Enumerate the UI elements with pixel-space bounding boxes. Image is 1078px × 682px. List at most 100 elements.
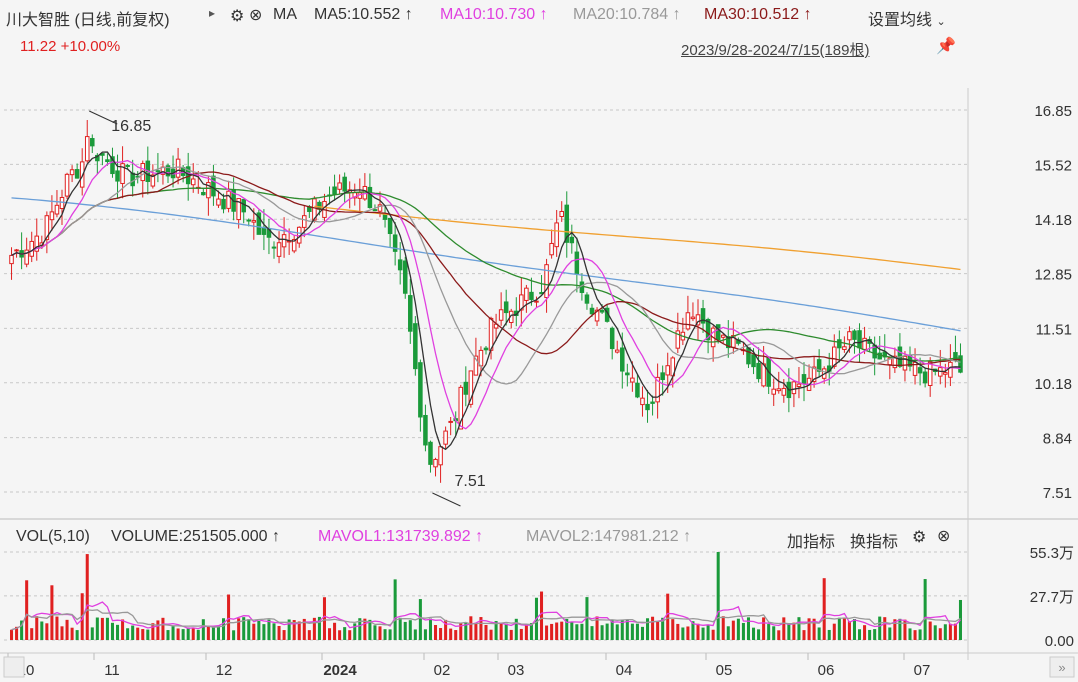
volume-bar	[146, 629, 150, 640]
volume-bar	[782, 617, 786, 640]
kline-chart[interactable]: 16.85 15.52 14.18 12.85 11.51 10.18 8.84 7.51 55…	[0, 0, 1078, 682]
candle-body	[776, 388, 782, 392]
ma10-line	[11, 159, 961, 430]
volume-bar	[100, 617, 104, 640]
volume-bar	[141, 629, 145, 640]
candle-body	[397, 259, 403, 271]
candle-body	[660, 372, 665, 381]
candle-body	[69, 169, 75, 176]
volume-bar	[615, 624, 619, 640]
volume-bar	[726, 626, 730, 640]
candle-body	[302, 215, 307, 228]
candle-body	[125, 164, 130, 167]
volume-bar	[423, 629, 427, 640]
volume-bar	[328, 628, 332, 640]
scroll-left-button[interactable]	[3, 656, 25, 678]
volume-bar	[681, 627, 685, 640]
candle-body	[645, 403, 650, 411]
volume-bar	[116, 624, 120, 640]
volume-bar	[211, 627, 215, 640]
volume-bar	[504, 623, 508, 640]
price-tick-label: 12.85	[1034, 267, 1072, 284]
volume-bar	[701, 627, 705, 640]
volume-bar	[938, 628, 942, 640]
volume-bar	[772, 626, 776, 640]
candle-body	[599, 309, 605, 313]
volume-bar	[388, 629, 392, 640]
time-tick-label: 11	[104, 662, 120, 679]
candle-body	[90, 138, 95, 147]
candle-body	[418, 362, 423, 418]
volume-bar	[519, 628, 523, 640]
volume-bar	[131, 625, 135, 640]
volume-bar	[383, 629, 387, 640]
volume-bar	[277, 625, 281, 640]
volume-bar	[802, 630, 806, 640]
volume-bar	[605, 623, 609, 640]
volume-bar	[262, 624, 266, 640]
volume-bar	[948, 623, 952, 640]
volume-bar	[247, 619, 251, 640]
volume-bar	[90, 627, 94, 640]
volume-bar	[181, 629, 185, 640]
volume-bar	[403, 621, 407, 640]
volume-bar	[196, 629, 200, 640]
volume-bar	[484, 624, 488, 640]
candle-body	[756, 362, 761, 380]
volume-bar	[105, 617, 109, 640]
candle-body	[155, 170, 161, 173]
volume-bar	[65, 619, 69, 640]
candle-body	[428, 441, 433, 465]
volume-bar	[136, 627, 140, 640]
candle-body	[665, 365, 670, 376]
annotation-arrow	[432, 492, 461, 507]
volume-bar	[10, 629, 14, 640]
price-tick-label: 10.18	[1034, 376, 1072, 393]
candle-body	[408, 295, 413, 332]
candle-body	[443, 430, 448, 445]
volume-bar	[70, 627, 74, 640]
candle-body	[771, 388, 776, 395]
volume-bar	[322, 597, 326, 640]
candle-body	[685, 312, 691, 330]
volume-bar	[439, 628, 443, 640]
volume-bar	[575, 624, 579, 640]
candle-body	[372, 209, 378, 212]
candle-body	[241, 198, 246, 213]
candle-body	[175, 158, 181, 178]
price-tick-label: 8.84	[1043, 431, 1072, 448]
candle-body	[342, 176, 347, 192]
time-tick-label: 07	[914, 662, 931, 679]
candle-body	[650, 401, 655, 404]
candle-body	[382, 213, 388, 220]
candle-body	[534, 300, 539, 303]
candle-body	[842, 346, 847, 350]
extreme-price-label: 16.85	[111, 118, 151, 135]
candle-body	[59, 196, 65, 210]
candle-body	[74, 169, 80, 179]
volume-bar	[731, 620, 735, 640]
volume-bar	[635, 623, 639, 640]
volume-bar	[30, 628, 34, 640]
volume-bar	[110, 622, 114, 640]
volume-bar	[630, 623, 634, 640]
volume-bar	[953, 623, 957, 640]
candle-body	[276, 242, 282, 257]
volume-bar	[817, 627, 821, 640]
volume-bar	[474, 623, 478, 640]
volume-bar	[454, 630, 458, 640]
candle-body	[14, 249, 19, 252]
candle-body	[9, 254, 14, 265]
candle-body	[367, 186, 373, 209]
candle-body	[29, 240, 34, 257]
candle-body	[584, 294, 590, 304]
candle-body	[201, 192, 206, 196]
candle-body	[226, 190, 231, 209]
volume-bar	[943, 624, 947, 640]
candle-body	[751, 354, 756, 368]
volume-bar	[343, 627, 347, 640]
volume-bar	[348, 630, 352, 640]
volume-bar	[646, 618, 650, 640]
volume-tick-label: 55.3万	[1030, 545, 1074, 562]
candle-body	[715, 324, 721, 341]
